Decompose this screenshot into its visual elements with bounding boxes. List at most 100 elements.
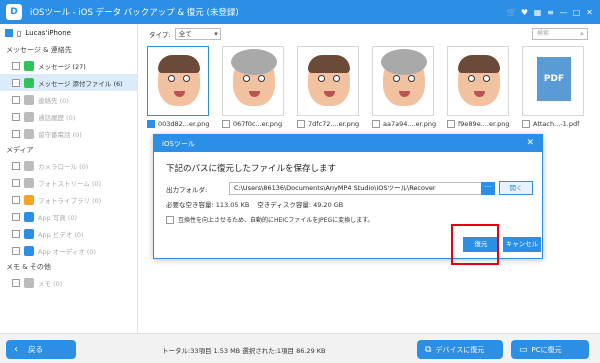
sidebar-item-checkbox[interactable]	[12, 95, 20, 104]
thumbnail-item[interactable]: 067f0c...er.png	[222, 46, 292, 128]
cart-icon[interactable]: 🛒	[505, 8, 518, 17]
output-path-field[interactable]: C:\Users\86136\Documents\AnyMP4 Studio\i…	[229, 182, 483, 195]
sidebar-item[interactable]: 留守番電話 (0)	[0, 125, 137, 142]
thumbnail-checkbox[interactable]	[147, 120, 155, 128]
search-icon[interactable]: ⌕	[580, 29, 584, 39]
thumbnail-item[interactable]: 003d82...er.png	[147, 46, 217, 128]
title-bar: D iOSツール - iOS データ バックアップ & 復元 (未登録) 🛒 ♥…	[0, 0, 600, 24]
memoji-eye	[318, 75, 325, 82]
memoji-eye	[243, 75, 250, 82]
sidebar-item-checkbox[interactable]	[12, 161, 20, 170]
sidebar-item[interactable]: App ビデオ (0)	[0, 225, 137, 242]
sidebar-item-checkbox[interactable]	[12, 246, 20, 255]
back-icon: ‹	[14, 344, 18, 355]
type-select[interactable]: 全て	[174, 28, 221, 40]
open-folder-button[interactable]: 開く	[499, 181, 533, 195]
sidebar-item-checkbox[interactable]	[12, 278, 20, 287]
register-icon[interactable]: ▦	[531, 8, 544, 17]
heic-convert-option[interactable]: 互換性を向上させるため、自動的にHEICファイルをJPEGに変換します。	[166, 215, 374, 224]
restore-to-pc-button[interactable]: ▭ PCに復元	[511, 340, 589, 359]
thumbnail-item[interactable]: PDF Attach...-1.pdf	[522, 46, 592, 128]
sidebar-item-checkbox[interactable]	[12, 112, 20, 121]
sidebar-item-checkbox[interactable]	[12, 195, 20, 204]
sidebar-item[interactable]: フォトストリーム (0)	[0, 174, 137, 191]
thumbnail-checkbox[interactable]	[297, 120, 305, 128]
sidebar-item-checkbox[interactable]	[12, 178, 20, 187]
sidebar-item-label: メッセージ 添付ファイル (6)	[38, 79, 123, 88]
back-label: 戻る	[28, 345, 43, 354]
menu-icon[interactable]: ≡	[544, 8, 557, 17]
thumbnail-checkbox[interactable]	[522, 120, 530, 128]
thumbnail-filename: Attach...-1.pdf	[533, 120, 580, 128]
sidebar-item-label: カメラロール (0)	[38, 162, 89, 171]
sidebar-item-label: 連絡先 (0)	[38, 96, 69, 105]
thumbnail-image[interactable]	[372, 46, 434, 116]
thumbnail-image[interactable]: PDF	[522, 46, 584, 116]
device-row[interactable]: ▯ Lucas'iPhone	[0, 24, 137, 42]
required-space: 必要な空き容量: 113.05 KB	[166, 201, 250, 209]
pc-restore-label: PCに復元	[531, 345, 562, 354]
thumbnail-checkbox[interactable]	[447, 120, 455, 128]
search-input[interactable]: 検索 ⌕	[532, 28, 588, 40]
thumbnail-image[interactable]	[447, 46, 509, 116]
minimize-icon[interactable]: —	[557, 8, 570, 17]
cancel-button[interactable]: キャンセル	[503, 237, 541, 252]
category-icon	[24, 194, 34, 205]
sidebar-item[interactable]: App オーディオ (0)	[0, 242, 137, 259]
highlight-box	[451, 224, 499, 265]
sidebar-item[interactable]: App 写真 (0)	[0, 208, 137, 225]
pdf-file-icon: PDF	[537, 57, 571, 101]
sidebar-item[interactable]: カメラロール (0)	[0, 157, 137, 174]
heic-checkbox[interactable]	[166, 215, 174, 224]
category-icon	[24, 245, 34, 256]
sidebar-section-header: メッセージ & 連絡先	[6, 45, 72, 54]
thumbnail-item[interactable]: f9e89e....er.png	[447, 46, 517, 128]
toolbar: タイプ: 全て 検索 ⌕	[139, 24, 600, 44]
phone-icon: ▯	[17, 28, 22, 38]
thumbnail-checkbox[interactable]	[222, 120, 230, 128]
sidebar-item-checkbox[interactable]	[12, 78, 20, 87]
thumbnail-filename: aa7a94....er.png	[383, 120, 437, 128]
thumbnail-image[interactable]	[222, 46, 284, 116]
sidebar-item-checkbox[interactable]	[12, 229, 20, 238]
memoji-eye	[168, 75, 175, 82]
thumbnail-item[interactable]: 7dfc72....er.png	[297, 46, 367, 128]
device-checkbox[interactable]	[5, 29, 13, 37]
memoji-hair	[158, 55, 200, 73]
free-space: 空きディスク容量: 49.20 GB	[257, 201, 344, 209]
thumbnail-checkbox[interactable]	[372, 120, 380, 128]
dialog-close-icon[interactable]: ✕	[526, 138, 534, 148]
restore-to-device-button[interactable]: ⧉ デバイスに復元	[417, 340, 503, 359]
thumbnail-image[interactable]	[297, 46, 359, 116]
heart-icon[interactable]: ♥	[518, 8, 531, 17]
thumbnail-caption: Attach...-1.pdf	[522, 120, 592, 128]
maximize-icon[interactable]: □	[570, 8, 583, 17]
memoji-eye	[333, 75, 340, 82]
sidebar-item-checkbox[interactable]	[12, 212, 20, 221]
sidebar-item[interactable]: メッセージ 添付ファイル (6)	[0, 74, 137, 91]
thumbnail-caption: f9e89e....er.png	[447, 120, 517, 128]
window-title: iOSツール - iOS データ バックアップ & 復元 (未登録)	[30, 8, 239, 18]
memoji-eye	[483, 75, 490, 82]
sidebar-item[interactable]: メモ (0)	[0, 274, 137, 291]
close-icon[interactable]: ✕	[583, 8, 596, 17]
sidebar-item[interactable]: フォトライブラリ (0)	[0, 191, 137, 208]
thumbnail-filename: 003d82...er.png	[158, 120, 210, 128]
category-icon	[24, 128, 34, 139]
sidebar-item[interactable]: 通話履歴 (0)	[0, 108, 137, 125]
sidebar-item-checkbox[interactable]	[12, 61, 20, 70]
browse-button[interactable]: ···	[481, 182, 495, 195]
window-controls: 🛒 ♥ ▦ ≡ — □ ✕	[505, 0, 596, 24]
thumbnail-caption: 067f0c...er.png	[222, 120, 292, 128]
thumbnail-image[interactable]	[147, 46, 209, 116]
memoji-hair	[458, 55, 500, 73]
thumbnail-caption: 003d82...er.png	[147, 120, 217, 128]
thumbnail-item[interactable]: aa7a94....er.png	[372, 46, 442, 128]
sidebar-item[interactable]: メッセージ (27)	[0, 57, 137, 74]
back-button[interactable]: ‹ 戻る	[6, 340, 76, 359]
memoji-eye	[468, 75, 475, 82]
heic-label: 互換性を向上させるため、自動的にHEICファイルをJPEGに変換します。	[178, 217, 374, 224]
sidebar-item-checkbox[interactable]	[12, 129, 20, 138]
category-icon	[24, 77, 34, 88]
sidebar-item[interactable]: 連絡先 (0)	[0, 91, 137, 108]
